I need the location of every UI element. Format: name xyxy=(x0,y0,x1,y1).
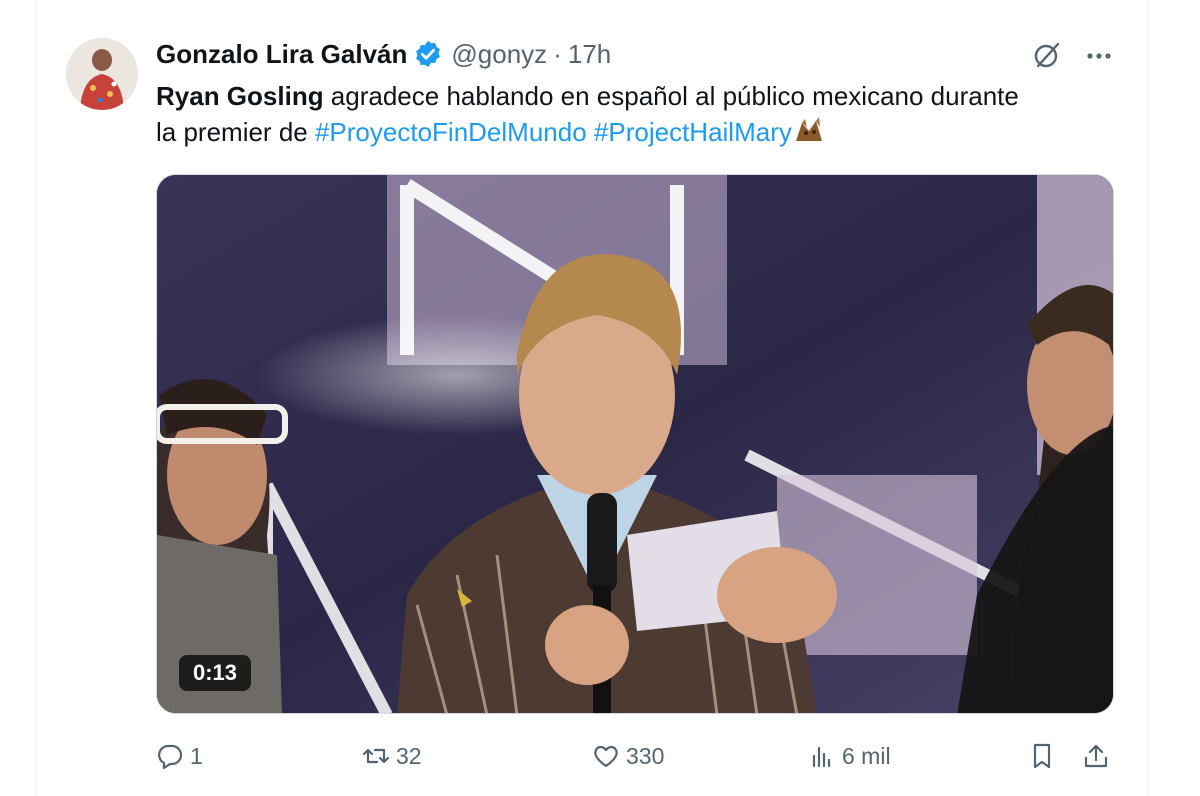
video-duration: 0:13 xyxy=(179,655,252,691)
video-frame xyxy=(157,175,1113,713)
grok-icon[interactable] xyxy=(1030,38,1064,72)
views-button[interactable]: 6 mil xyxy=(808,736,891,776)
reply-count: 1 xyxy=(190,742,203,769)
hashtag-link[interactable]: #ProyectoFinDelMundo xyxy=(315,117,587,147)
tweet-header: Gonzalo Lira Galván @gonyz · 17h xyxy=(156,36,1116,72)
tweet-timestamp[interactable]: 17h xyxy=(568,39,611,70)
reply-button[interactable]: 1 xyxy=(156,736,203,776)
author-avatar[interactable] xyxy=(66,38,138,110)
verified-badge-icon xyxy=(413,39,443,69)
avatar-image xyxy=(66,38,138,110)
hashtag-link[interactable]: #ProjectHailMary xyxy=(594,117,792,147)
views-icon xyxy=(812,746,831,768)
tweet-text: Ryan Gosling agradece hablando en españo… xyxy=(156,78,1116,150)
like-count: 330 xyxy=(626,742,665,769)
reply-icon xyxy=(158,744,183,770)
views-count: 6 mil xyxy=(842,742,891,769)
hashtag-emoji-icon xyxy=(792,115,826,145)
bookmark-button[interactable] xyxy=(1028,736,1062,776)
author-name[interactable]: Gonzalo Lira Galván xyxy=(156,39,407,70)
retweet-count: 32 xyxy=(396,742,422,769)
share-button[interactable] xyxy=(1082,736,1116,776)
separator-dot: · xyxy=(553,38,562,69)
share-icon xyxy=(1084,744,1108,768)
tweet-text-line2: la premier de xyxy=(156,117,315,147)
more-icon[interactable] xyxy=(1082,38,1116,72)
tweet-text-bold: Ryan Gosling xyxy=(156,81,324,111)
tweet-text-line1: agradece hablando en español al público … xyxy=(323,81,1019,111)
author-handle[interactable]: @gonyz xyxy=(451,39,547,70)
retweet-icon xyxy=(362,748,390,764)
video-player[interactable]: 0:13 xyxy=(156,174,1114,714)
like-button[interactable]: 330 xyxy=(592,736,664,776)
action-bar: 1 32 330 6 mil xyxy=(156,736,1116,776)
bookmark-icon xyxy=(1033,743,1051,769)
retweet-button[interactable]: 32 xyxy=(362,736,422,776)
heart-icon xyxy=(594,745,618,768)
